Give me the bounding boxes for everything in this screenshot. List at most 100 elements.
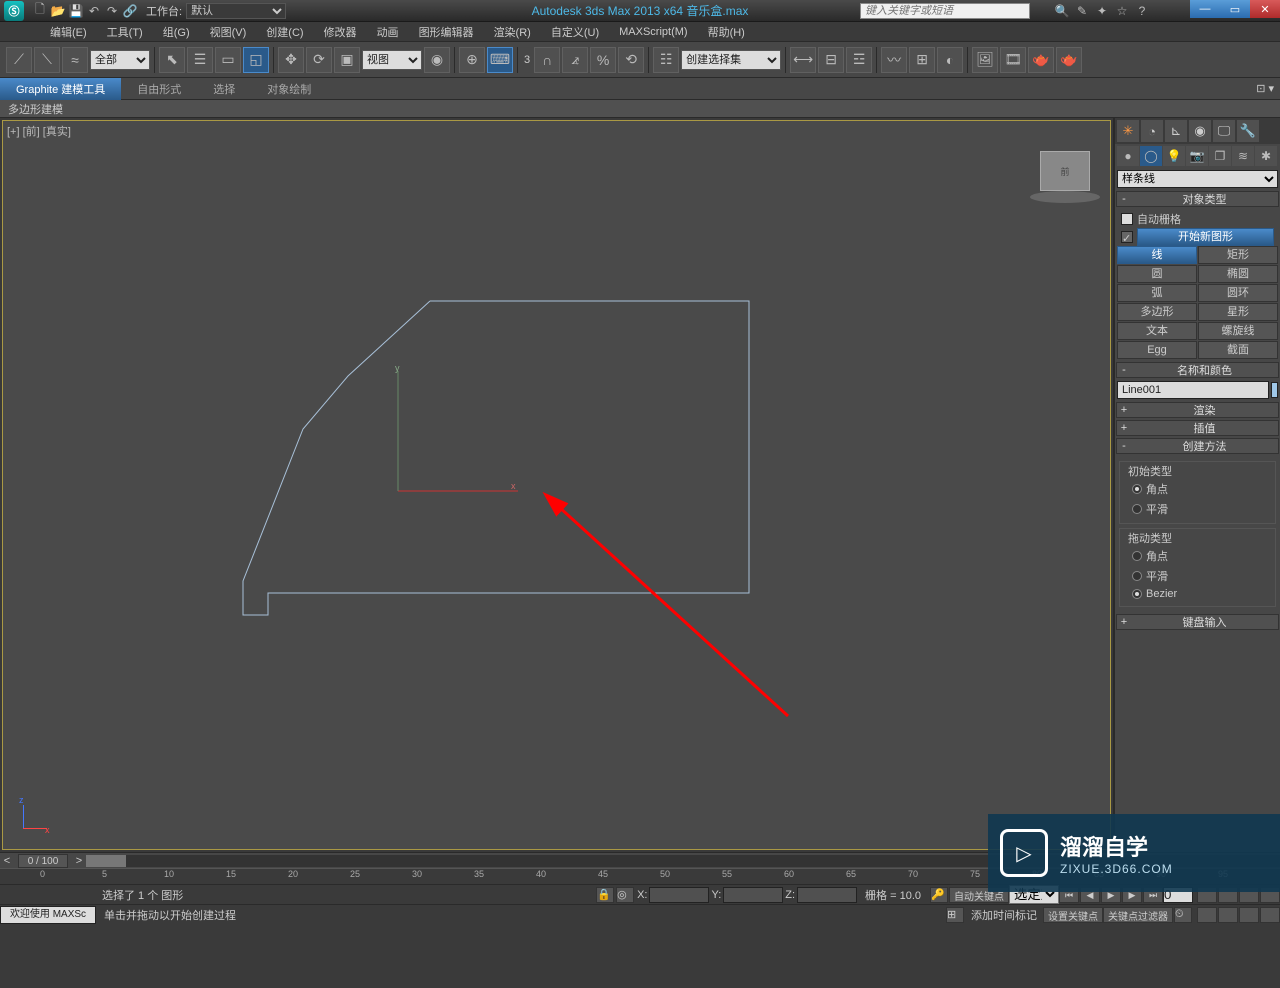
selection-filter[interactable]: 全部 (90, 50, 150, 70)
workspace-select[interactable]: 默认 (186, 3, 286, 19)
close-button[interactable]: ✕ (1250, 0, 1280, 18)
time-config-icon[interactable]: ⏲ (1174, 907, 1192, 923)
nav-zoom-ext-icon[interactable] (1197, 907, 1217, 923)
ribbon-tab-selection[interactable]: 选择 (197, 78, 251, 100)
add-time-tag[interactable]: 添加时间标记 (965, 907, 1043, 923)
ref-coord-system[interactable]: 视图 (362, 50, 422, 70)
favorite-icon[interactable]: ☆ (1114, 3, 1130, 19)
time-next-icon[interactable]: > (72, 855, 86, 867)
create-subcategory-select[interactable]: 样条线 (1117, 170, 1278, 188)
window-crossing-icon[interactable]: ◱ (243, 47, 269, 73)
menu-customize[interactable]: 自定义(U) (541, 22, 609, 42)
iso-selection-icon[interactable]: ◎ (616, 887, 634, 903)
pivot-icon[interactable]: ◉ (424, 47, 450, 73)
exchange-icon[interactable]: ✦ (1094, 3, 1110, 19)
mirror-icon[interactable]: ⟷ (790, 47, 816, 73)
angle-snap-icon[interactable]: ⦨ (562, 47, 588, 73)
tab-utilities-icon[interactable]: 🔧 (1237, 120, 1259, 142)
rollout-object-type[interactable]: -对象类型 (1116, 191, 1279, 207)
rollout-name-color[interactable]: -名称和颜色 (1116, 362, 1279, 378)
manipulate-icon[interactable]: ⊕ (459, 47, 485, 73)
cat-systems-icon[interactable]: ✱ (1255, 146, 1277, 166)
help-icon[interactable]: ? (1134, 3, 1150, 19)
ribbon-tab-paint[interactable]: 对象绘制 (251, 78, 327, 100)
material-editor-icon[interactable]: ◐ (937, 47, 963, 73)
shape-egg-button[interactable]: Egg (1117, 341, 1197, 359)
nav-fov-icon[interactable] (1218, 907, 1238, 923)
menu-help[interactable]: 帮助(H) (698, 22, 755, 42)
set-key-button[interactable]: 设置关键点 (1043, 907, 1103, 923)
move-icon[interactable]: ✥ (278, 47, 304, 73)
snap-toggle-icon[interactable]: ∩ (534, 47, 560, 73)
shape-star-button[interactable]: 星形 (1198, 303, 1278, 321)
menu-create[interactable]: 创建(C) (256, 22, 313, 42)
minimize-button[interactable]: — (1190, 0, 1220, 18)
render-prod-icon[interactable]: 🫖 (1056, 47, 1082, 73)
new-icon[interactable]: 🗋 (32, 3, 48, 19)
unlink-tool-icon[interactable]: ⟍ (34, 47, 60, 73)
menu-group[interactable]: 组(G) (153, 22, 200, 42)
initial-smooth-radio[interactable] (1132, 504, 1142, 514)
percent-snap-icon[interactable]: % (590, 47, 616, 73)
initial-corner-radio[interactable] (1132, 484, 1142, 494)
scale-icon[interactable]: ▣ (334, 47, 360, 73)
viewcube[interactable]: 前 (1040, 151, 1090, 191)
search-icon[interactable]: 🔍 (1054, 3, 1070, 19)
nav-maximize-icon[interactable] (1260, 907, 1280, 923)
autogrid-checkbox[interactable] (1121, 213, 1133, 225)
open-icon[interactable]: 📂 (50, 3, 66, 19)
ribbon-expand-icon[interactable]: ⊡ ▾ (1256, 82, 1274, 95)
drag-bezier-radio[interactable] (1132, 589, 1142, 599)
comm-icon[interactable]: ✎ (1074, 3, 1090, 19)
cat-helpers-icon[interactable]: ❐ (1209, 146, 1231, 166)
viewport[interactable]: [+] [前] [真实] x y 前 zx (2, 120, 1111, 850)
time-prev-icon[interactable]: < (0, 855, 14, 867)
curve-editor-icon[interactable]: 〰 (881, 47, 907, 73)
save-icon[interactable]: 💾 (68, 3, 84, 19)
shape-rectangle-button[interactable]: 矩形 (1198, 246, 1278, 264)
render-setup-icon[interactable]: 🖼 (972, 47, 998, 73)
cat-geometry-icon[interactable]: ● (1117, 146, 1139, 166)
maximize-button[interactable]: ▭ (1220, 0, 1250, 18)
rollout-interpolation[interactable]: +插值 (1116, 420, 1279, 436)
layer-icon[interactable]: ☲ (846, 47, 872, 73)
shape-arc-button[interactable]: 弧 (1117, 284, 1197, 302)
start-new-checkbox[interactable]: ✓ (1121, 231, 1133, 243)
spline-line001[interactable] (243, 301, 749, 615)
select-icon[interactable]: ⬉ (159, 47, 185, 73)
redo-icon[interactable]: ↷ (104, 3, 120, 19)
cat-cameras-icon[interactable]: 📷 (1186, 146, 1208, 166)
tab-motion-icon[interactable]: ◉ (1189, 120, 1211, 142)
drag-smooth-radio[interactable] (1132, 571, 1142, 581)
select-name-icon[interactable]: ☰ (187, 47, 213, 73)
menu-modifiers[interactable]: 修改器 (314, 22, 367, 42)
start-new-shape-button[interactable]: 开始新图形 (1137, 228, 1274, 246)
ribbon-tab-graphite[interactable]: Graphite 建模工具 (0, 78, 121, 100)
menu-animation[interactable]: 动画 (367, 22, 409, 42)
object-color-swatch[interactable] (1271, 382, 1278, 398)
menu-graph[interactable]: 图形编辑器 (409, 22, 484, 42)
undo-icon[interactable]: ↶ (86, 3, 102, 19)
shape-donut-button[interactable]: 圆环 (1198, 284, 1278, 302)
select-region-icon[interactable]: ▭ (215, 47, 241, 73)
menu-edit[interactable]: 编辑(E) (40, 22, 97, 42)
app-icon[interactable]: Ⓢ (4, 1, 24, 21)
frame-indicator[interactable]: 0 / 100 (18, 854, 68, 868)
cat-shapes-icon[interactable]: ◯ (1140, 146, 1162, 166)
render-frame-icon[interactable]: 🎞 (1000, 47, 1026, 73)
tab-display-icon[interactable]: 🖵 (1213, 120, 1235, 142)
lock-icon[interactable]: 🔑 (930, 887, 948, 903)
tab-hierarchy-icon[interactable]: ⊾ (1165, 120, 1187, 142)
macro-recorder[interactable]: 欢迎使用 MAXSc (0, 906, 96, 924)
cat-spacewarps-icon[interactable]: ≋ (1232, 146, 1254, 166)
shape-line-button[interactable]: 线 (1117, 246, 1197, 264)
render-icon[interactable]: 🫖 (1028, 47, 1054, 73)
shape-helix-button[interactable]: 螺旋线 (1198, 322, 1278, 340)
drag-corner-radio[interactable] (1132, 551, 1142, 561)
viewcube-compass[interactable] (1030, 191, 1100, 203)
shape-circle-button[interactable]: 圆 (1117, 265, 1197, 283)
keyboard-shortcut-icon[interactable]: ⌨ (487, 47, 513, 73)
shape-section-button[interactable]: 截面 (1198, 341, 1278, 359)
nav-region-icon[interactable] (1239, 907, 1259, 923)
object-name-input[interactable] (1117, 381, 1269, 399)
